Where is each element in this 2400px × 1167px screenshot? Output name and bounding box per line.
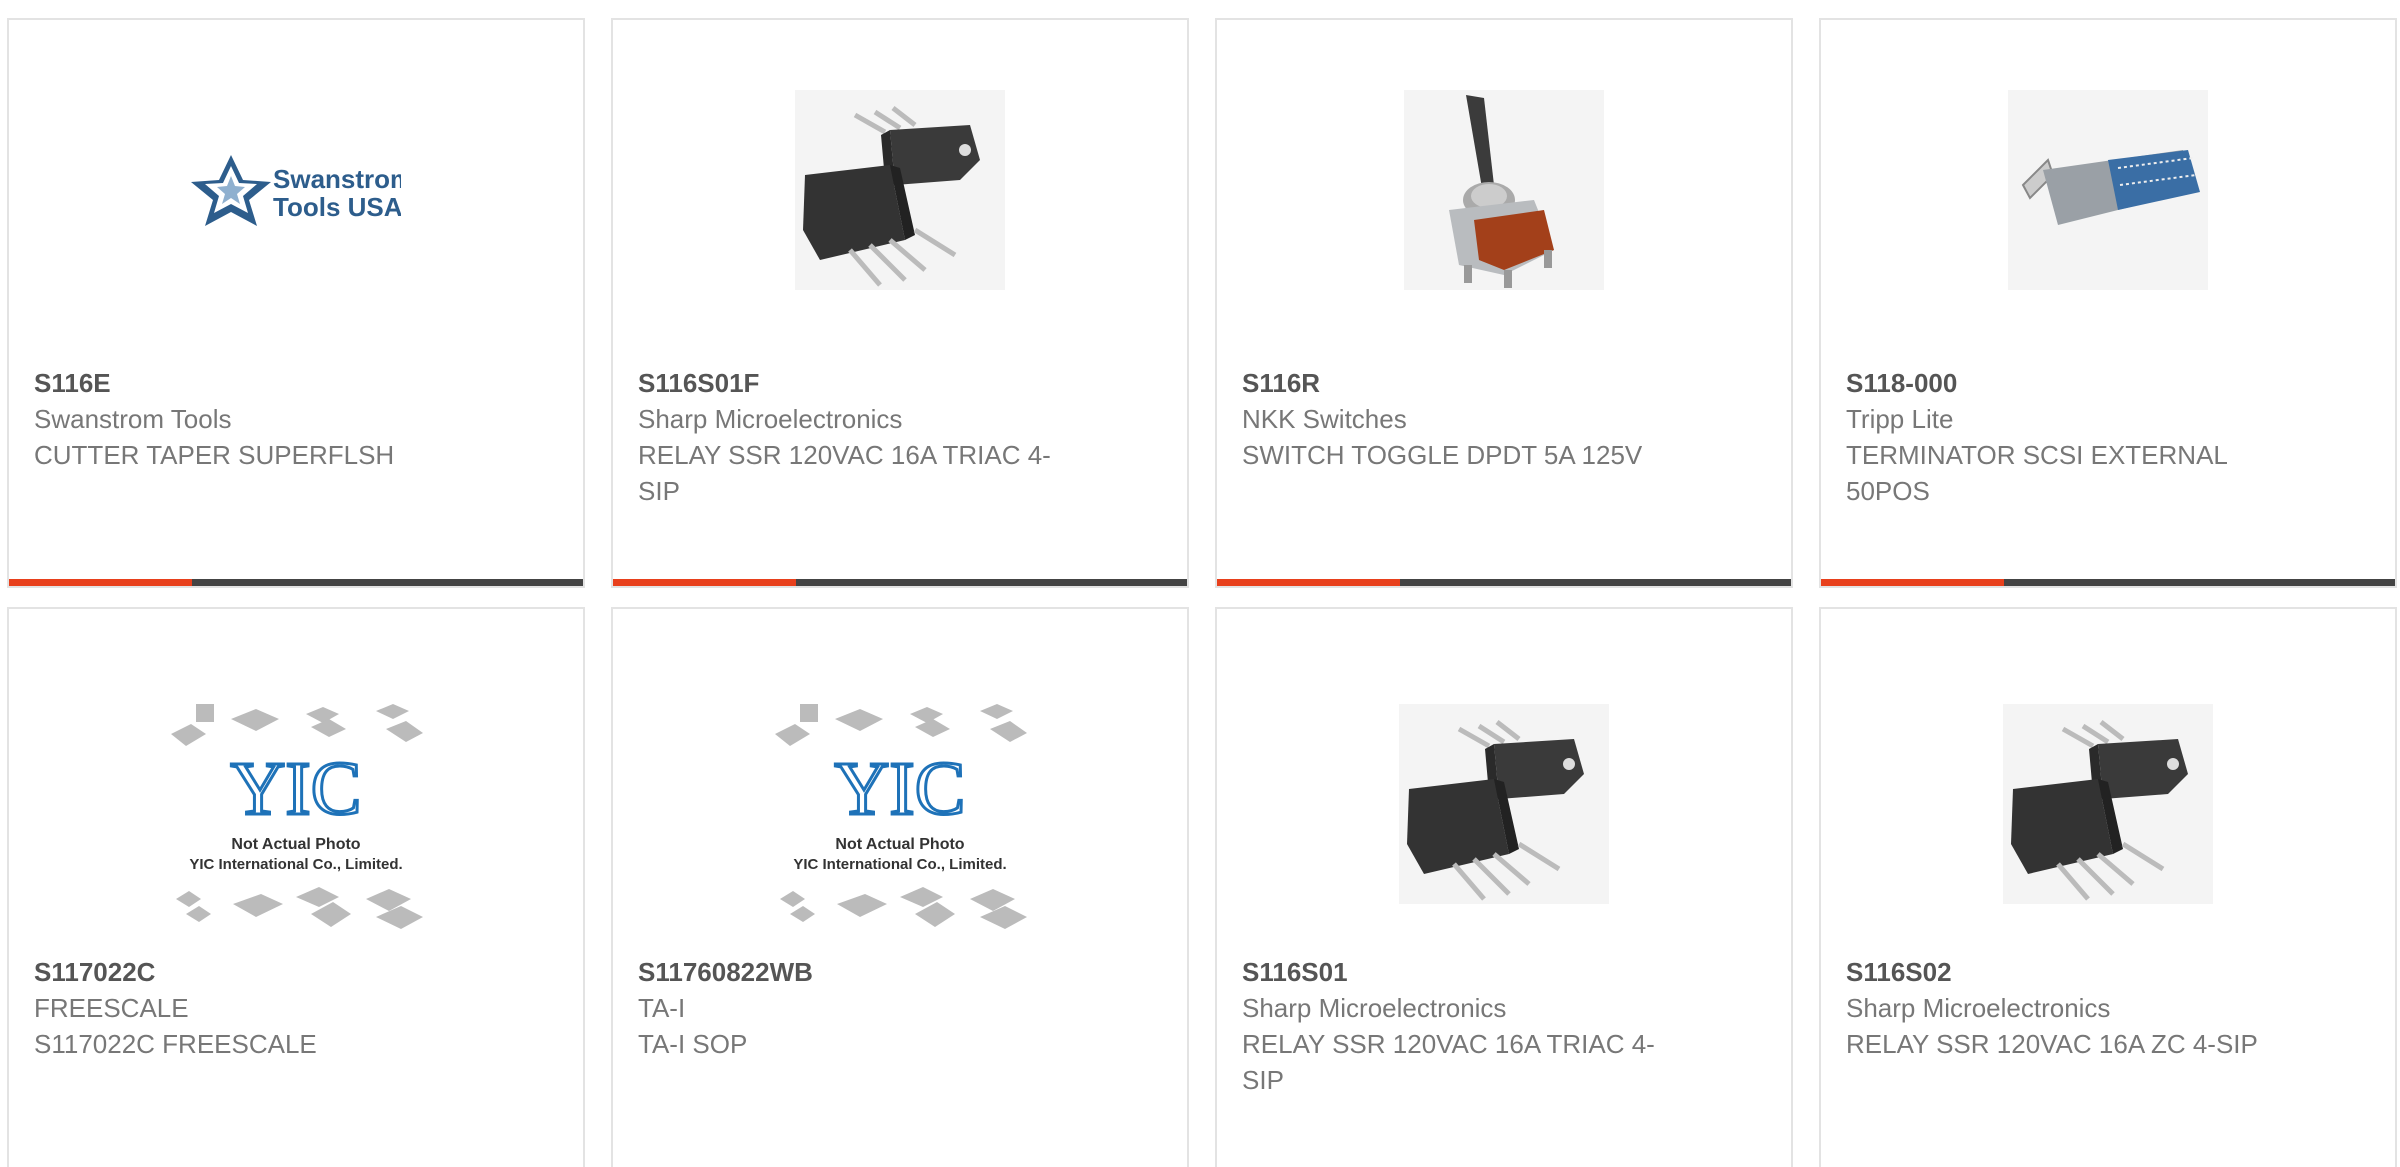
logo-text-line2: Tools USA (273, 192, 401, 222)
product-card[interactable]: S116R NKK Switches SWITCH TOGGLE DPDT 5A… (1215, 18, 1793, 588)
swanstrom-logo-icon: Swanstrom Tools USA (191, 155, 401, 226)
toggle-switch-icon (1404, 90, 1604, 290)
card-bar-accent (1821, 579, 2004, 586)
product-image (1217, 90, 1791, 290)
description: SWITCH TOGGLE DPDT 5A 125V (1242, 440, 1643, 470)
product-card[interactable]: YIC Not Actual Photo YIC International C… (7, 607, 585, 1167)
manufacturer: Tripp Lite (1846, 404, 1954, 434)
placeholder-line1: Not Actual Photo (835, 836, 964, 853)
card-bar (1217, 579, 1791, 586)
card-bar (1821, 579, 2395, 586)
product-card[interactable]: S116S01 Sharp Microelectronics RELAY SSR… (1215, 607, 1793, 1167)
placeholder-line2: YIC International Co., Limited. (793, 856, 1006, 873)
placeholder-line1: Not Actual Photo (231, 836, 360, 853)
placeholder-line2: YIC International Co., Limited. (189, 856, 402, 873)
description: RELAY SSR 120VAC 16A TRIAC 4-SIP (1242, 1029, 1655, 1095)
relay-icon (2003, 704, 2213, 904)
product-image (1217, 689, 1791, 919)
product-card[interactable]: YIC Not Actual Photo YIC International C… (611, 607, 1189, 1167)
product-image: Swanstrom Tools USA (9, 90, 583, 290)
product-card[interactable]: Swanstrom Tools USA S116E Swanstrom Tool… (7, 18, 585, 588)
part-number[interactable]: S117022C (34, 954, 454, 990)
not-actual-photo-icon: YIC Not Actual Photo YIC International C… (171, 704, 423, 929)
part-number[interactable]: S116S01 (1242, 954, 1662, 990)
product-card[interactable]: S116S01F Sharp Microelectronics RELAY SS… (611, 18, 1189, 588)
manufacturer: Sharp Microelectronics (1242, 993, 1507, 1023)
card-bar-accent (1217, 579, 1400, 586)
description: TERMINATOR SCSI EXTERNAL 50POS (1846, 440, 2227, 506)
product-image (1821, 90, 2395, 290)
product-image (613, 90, 1187, 290)
manufacturer: TA-I (638, 993, 686, 1023)
yic-logo: YIC (835, 747, 966, 831)
product-image (1821, 689, 2395, 919)
part-number[interactable]: S116S01F (638, 365, 1058, 401)
product-image: YIC Not Actual Photo YIC International C… (613, 699, 1187, 939)
part-number[interactable]: S116R (1242, 365, 1662, 401)
product-card[interactable]: S118-000 Tripp Lite TERMINATOR SCSI EXTE… (1819, 18, 2397, 588)
part-number[interactable]: S116S02 (1846, 954, 2266, 990)
scsi-terminator-icon (2008, 90, 2208, 290)
manufacturer: NKK Switches (1242, 404, 1407, 434)
description: RELAY SSR 120VAC 16A ZC 4-SIP (1846, 1029, 2258, 1059)
manufacturer: Sharp Microelectronics (638, 404, 903, 434)
not-actual-photo-icon: YIC Not Actual Photo YIC International C… (775, 704, 1027, 929)
description: CUTTER TAPER SUPERFLSH (34, 440, 395, 470)
card-bar (9, 579, 583, 586)
relay-icon (795, 90, 1005, 290)
logo-text-line1: Swanstrom (273, 164, 401, 194)
description: RELAY SSR 120VAC 16A TRIAC 4-SIP (638, 440, 1051, 506)
card-bar-accent (613, 579, 796, 586)
manufacturer: FREESCALE (34, 993, 189, 1023)
description: S117022C FREESCALE (34, 1029, 317, 1059)
product-grid: Swanstrom Tools USA S116E Swanstrom Tool… (0, 0, 2400, 1167)
relay-icon (1399, 704, 1609, 904)
yic-logo: YIC (231, 747, 362, 831)
manufacturer: Sharp Microelectronics (1846, 993, 2111, 1023)
manufacturer: Swanstrom Tools (34, 404, 232, 434)
part-number[interactable]: S118-000 (1846, 365, 2266, 401)
product-card[interactable]: S116S02 Sharp Microelectronics RELAY SSR… (1819, 607, 2397, 1167)
part-number[interactable]: S11760822WB (638, 954, 1058, 990)
part-number[interactable]: S116E (34, 365, 454, 401)
description: TA-I SOP (638, 1029, 748, 1059)
card-bar (613, 579, 1187, 586)
card-bar-accent (9, 579, 192, 586)
product-image: YIC Not Actual Photo YIC International C… (9, 699, 583, 939)
